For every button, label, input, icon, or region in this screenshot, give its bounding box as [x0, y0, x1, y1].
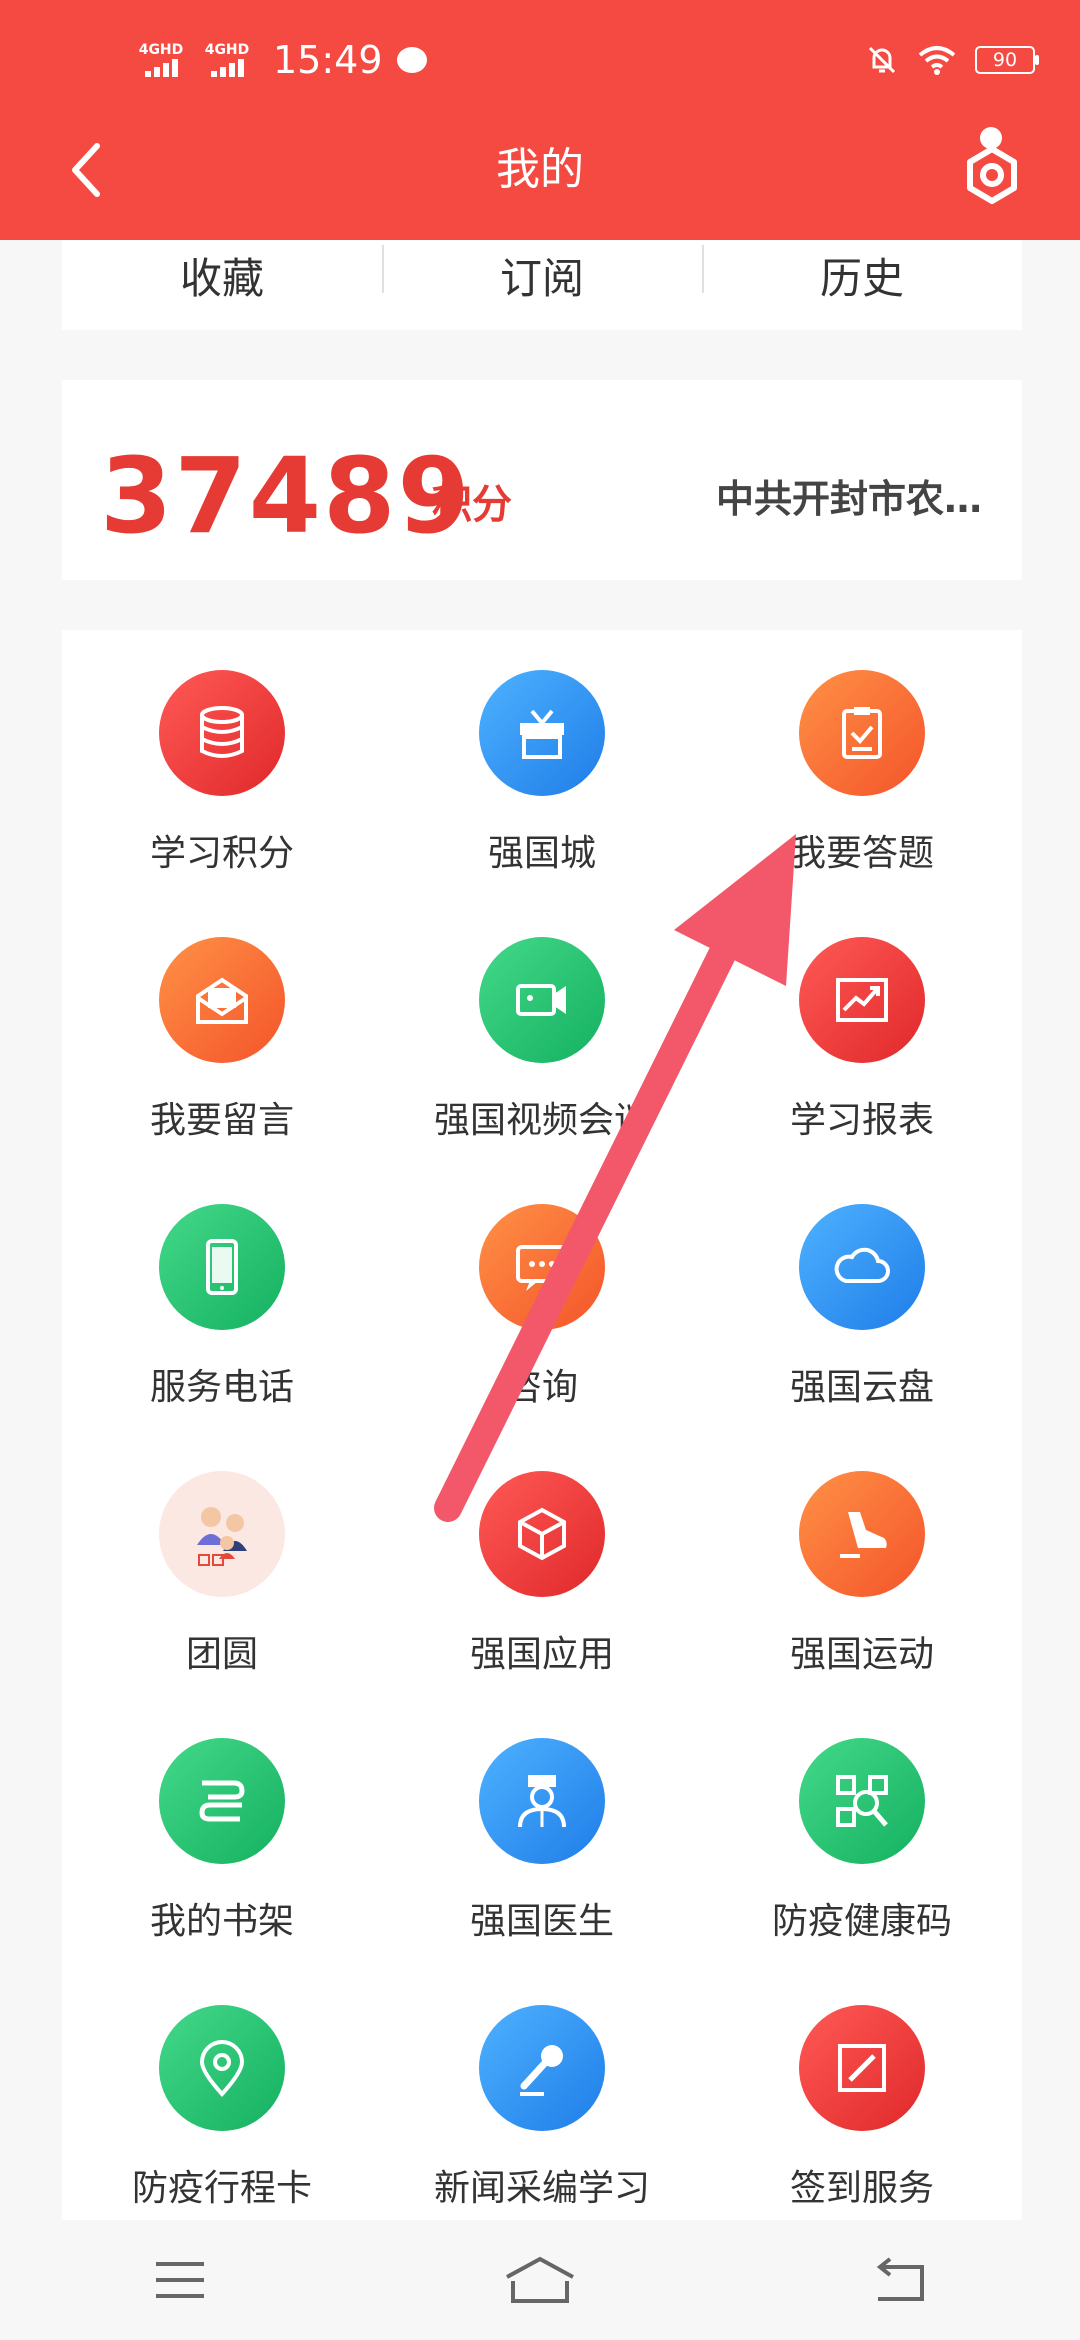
- signal-icon: 4GHD: [135, 43, 187, 77]
- grid-item-label: 咨询: [505, 1367, 578, 1408]
- grid-item-mall[interactable]: 强国城: [382, 670, 702, 937]
- sneaker-icon: [799, 1471, 925, 1597]
- status-time: 15:49: [273, 38, 383, 82]
- grid-item-label: 防疫行程卡: [131, 2168, 312, 2209]
- grid-item-label: 强国城: [487, 833, 596, 874]
- books-icon: [159, 1738, 285, 1864]
- grid-item-label: 强国视频会议: [433, 1100, 650, 1141]
- doctor-icon: [479, 1738, 605, 1864]
- cloud-icon: [799, 1204, 925, 1330]
- grid-item-label: 我要答题: [789, 833, 934, 874]
- tab-history[interactable]: 历史: [702, 244, 1022, 306]
- grid-item-label: 强国云盘: [789, 1367, 934, 1408]
- grid-item-consult[interactable]: 咨询: [382, 1204, 702, 1471]
- grid-item-study-points[interactable]: 学习积分: [62, 670, 382, 937]
- system-navigation-bar: [0, 2220, 1080, 2340]
- grid-item-study-report[interactable]: 学习报表: [702, 937, 1022, 1204]
- grid-item-sports[interactable]: 强国运动: [702, 1471, 1022, 1738]
- grid-item-label: 新闻采编学习: [433, 2168, 650, 2209]
- battery-level: 90: [992, 49, 1018, 71]
- pen-sign-icon: [799, 2005, 925, 2131]
- back-nav-button[interactable]: [840, 2240, 960, 2320]
- grid-item-label: 强国运动: [789, 1634, 934, 1675]
- envelope-letter-icon: [159, 937, 285, 1063]
- grid-item-answer-questions[interactable]: 我要答题: [702, 670, 1022, 937]
- grid-item-cloud-disk[interactable]: 强国云盘: [702, 1204, 1022, 1471]
- points-card[interactable]: 37489 积分 中共开封市农…: [62, 380, 1022, 580]
- grid-item-apps[interactable]: 强国应用: [382, 1471, 702, 1738]
- points-value: 37489: [100, 435, 472, 557]
- grid-item-label: 强国医生: [469, 1901, 614, 1942]
- cube-icon: [479, 1471, 605, 1597]
- grid-item-label: 我的书架: [149, 1901, 294, 1942]
- return-icon: [876, 2257, 924, 2301]
- grid-item-label: 我要留言: [149, 1100, 294, 1141]
- grid-item-bookshelf[interactable]: 我的书架: [62, 1738, 382, 2005]
- message-notification-icon: [396, 47, 427, 73]
- grid-item-video-meeting[interactable]: 强国视频会议: [382, 937, 702, 1204]
- grid-item-label: 强国应用: [469, 1634, 614, 1675]
- grid-item-label: 防疫健康码: [771, 1901, 952, 1942]
- page-title: 我的: [496, 144, 584, 195]
- grid-item-health-code[interactable]: 防疫健康码: [702, 1738, 1022, 2005]
- gear-icon: [967, 146, 1017, 204]
- grid-item-service-phone[interactable]: 服务电话: [62, 1204, 382, 1471]
- grid-item-label: 签到服务: [789, 2168, 934, 2209]
- network-type-label: 4GHD: [204, 42, 250, 58]
- network-type-label: 4GHD: [138, 42, 184, 58]
- app-header: 4GHD 4GHD 15:49 90 我的: [0, 0, 1080, 240]
- grid-item-leave-message[interactable]: 我要留言: [62, 937, 382, 1204]
- signal-icon: 4GHD: [201, 43, 253, 77]
- home-icon: [506, 2256, 574, 2303]
- location-pin-icon: [159, 2005, 285, 2131]
- microphone-icon: [479, 2005, 605, 2131]
- grid-item-reunion[interactable]: 团圆: [62, 1471, 382, 1738]
- database-icon: [159, 670, 285, 796]
- notification-dot: [980, 127, 1002, 149]
- trend-chart-icon: [799, 937, 925, 1063]
- grid-item-label: 团圆: [185, 1634, 258, 1675]
- gift-box-icon: [479, 670, 605, 796]
- video-camera-icon: [479, 937, 605, 1063]
- mobile-phone-icon: [159, 1204, 285, 1330]
- qr-scan-icon: [799, 1738, 925, 1864]
- home-button[interactable]: [480, 2240, 600, 2320]
- clipboard-check-icon: [799, 670, 925, 796]
- wifi-icon: [918, 46, 956, 75]
- chat-bubble-icon: [479, 1204, 605, 1330]
- status-bar: 4GHD 4GHD 15:49 90: [0, 30, 1080, 90]
- menu-button[interactable]: [120, 2240, 240, 2320]
- family-illustration-icon: [159, 1471, 285, 1597]
- grid-item-label: 服务电话: [149, 1367, 294, 1408]
- battery-icon: 90: [975, 46, 1039, 74]
- settings-button[interactable]: [952, 127, 1032, 215]
- hamburger-icon: [156, 2262, 204, 2298]
- tab-subscriptions[interactable]: 订阅: [382, 244, 702, 306]
- feature-grid: 学习积分 强国城 我要答题 我要留言 强国视频会议 学习报表 服务电话 咨询 强…: [62, 630, 1022, 2220]
- tab-favorites[interactable]: 收藏: [62, 245, 382, 306]
- grid-item-doctor[interactable]: 强国医生: [382, 1738, 702, 2005]
- mute-bell-icon: [868, 46, 896, 74]
- organization-name[interactable]: 中共开封市农…: [716, 468, 982, 523]
- grid-item-label: 学习积分: [149, 833, 294, 874]
- grid-item-label: 学习报表: [789, 1100, 934, 1141]
- points-unit: 积分: [432, 481, 512, 528]
